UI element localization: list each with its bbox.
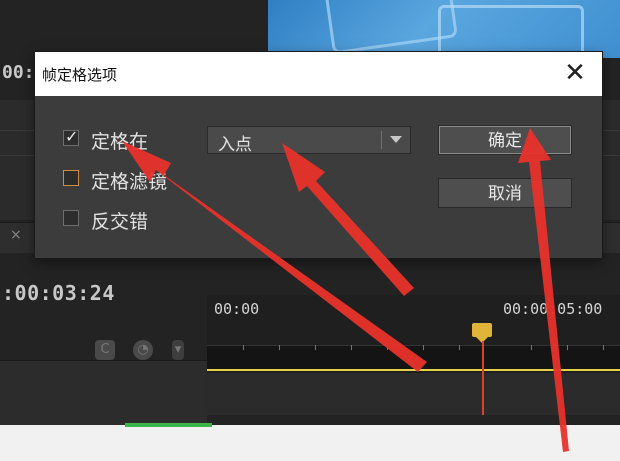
checkbox-icon[interactable] xyxy=(63,210,79,226)
green-indicator xyxy=(125,423,212,427)
dialog-body: ✓ 定格在 定格滤镜 反交错 入点 确定 取消 xyxy=(35,96,602,258)
frame-hold-options-dialog: 帧定格选项 ✕ ✓ 定格在 定格滤镜 反交错 入点 确定 取消 xyxy=(35,52,602,258)
work-area-bar[interactable] xyxy=(207,369,620,371)
checkbox-icon[interactable]: ✓ xyxy=(63,127,79,146)
hold-position-value: 入点 xyxy=(218,135,252,155)
page-bottom xyxy=(0,425,620,461)
hold-on-label: 定格在 xyxy=(91,131,149,153)
chevron-down-icon[interactable] xyxy=(390,136,402,143)
snap-icon[interactable]: C xyxy=(95,340,115,360)
hold-filters-label: 定格滤镜 xyxy=(91,171,168,193)
dialog-title: 帧定格选项 xyxy=(42,66,118,84)
close-icon[interactable]: ✕ xyxy=(560,58,590,88)
cancel-button[interactable]: 取消 xyxy=(438,178,572,208)
checkbox-icon[interactable] xyxy=(63,170,79,186)
track-area[interactable] xyxy=(207,373,620,415)
ok-button[interactable]: 确定 xyxy=(438,125,572,155)
ruler-end-label: 00:00:05:00 xyxy=(503,300,603,318)
video-preview xyxy=(268,0,620,71)
tab-close-icon[interactable]: × xyxy=(10,227,22,243)
track-header-panel xyxy=(0,360,207,425)
hold-position-select[interactable]: 入点 xyxy=(207,126,411,155)
deinterlace-label: 反交错 xyxy=(91,211,149,233)
marker-icon[interactable]: ◔ xyxy=(133,340,153,360)
current-timecode[interactable]: :00:03:24 xyxy=(2,281,115,305)
check-icon: ✓ xyxy=(65,127,79,146)
playhead-handle[interactable] xyxy=(472,323,492,343)
dialog-titlebar[interactable]: 帧定格选项 ✕ xyxy=(35,52,602,96)
shield-icon[interactable]: ▾ xyxy=(172,340,184,360)
ruler-start-label: 00:00 xyxy=(214,300,260,318)
time-ruler[interactable] xyxy=(207,345,620,370)
timeline-panel[interactable]: 00:00 00:00:05:00 xyxy=(207,295,620,415)
playhead-line xyxy=(482,341,484,415)
